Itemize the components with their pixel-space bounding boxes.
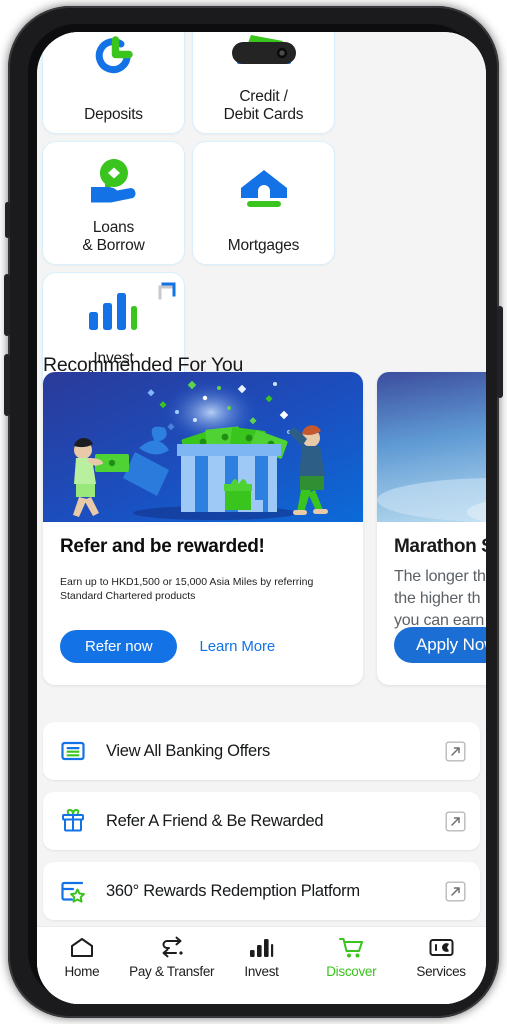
transfer-icon — [158, 936, 186, 959]
tile-label: Loans & Borrow — [82, 218, 145, 254]
phone-screen: Deposits Credit / Debit Cards Loans & Bo… — [37, 32, 486, 1004]
refer-now-button[interactable]: Refer now — [60, 630, 178, 663]
promo-body: Marathon S The longer th the higher th y… — [377, 522, 486, 685]
nav-label: Pay & Transfer — [129, 964, 215, 979]
tile-label: Credit / Debit Cards — [223, 87, 304, 123]
promo-actions: Apply Now — [394, 627, 486, 663]
phone-frame: Deposits Credit / Debit Cards Loans & Bo… — [4, 6, 503, 1018]
gift-box-icon — [60, 808, 86, 834]
deposits-clock-icon — [43, 32, 184, 106]
quick-actions-grid: Deposits Credit / Debit Cards Loans & Bo… — [37, 32, 486, 396]
list-item-view-all-banking-offers[interactable]: View All Banking Offers — [43, 722, 480, 780]
services-icon — [428, 936, 455, 959]
list-item-360-rewards[interactable]: 360° Rewards Redemption Platform — [43, 862, 480, 920]
nav-item-pay-transfer[interactable]: Pay & Transfer — [127, 936, 217, 979]
list-item-label: 360° Rewards Redemption Platform — [106, 881, 360, 900]
tile-mortgages[interactable]: Mortgages — [192, 141, 335, 265]
wallet-card-icon — [193, 32, 334, 88]
offer-links-list: View All Banking Offers Refer A Friend &… — [37, 722, 486, 920]
promo-actions: Refer now Learn More — [60, 630, 275, 663]
promo-body: Refer and be rewarded! Earn up to HKD1,5… — [43, 522, 363, 685]
apply-now-button[interactable]: Apply Now — [394, 627, 486, 663]
rewards-star-icon — [60, 878, 86, 904]
power-button[interactable] — [497, 306, 503, 398]
tile-label: Deposits — [84, 105, 143, 123]
sky-photo — [377, 372, 486, 522]
mute-switch[interactable] — [5, 202, 10, 238]
promo-card-refer[interactable]: Refer and be rewarded! Earn up to HKD1,5… — [43, 372, 363, 685]
external-link-icon — [156, 281, 176, 301]
volume-up-button[interactable] — [4, 274, 10, 336]
chart-icon — [248, 936, 274, 959]
nav-item-discover[interactable]: Discover — [306, 936, 396, 979]
list-item-label: Refer A Friend & Be Rewarded — [106, 811, 324, 830]
recommended-carousel[interactable]: Refer and be rewarded! Earn up to HKD1,5… — [37, 372, 486, 697]
promo-card-marathon[interactable]: Marathon S The longer th the higher th y… — [377, 372, 486, 685]
nav-item-home[interactable]: Home — [37, 936, 127, 979]
house-icon — [193, 142, 334, 237]
home-icon — [69, 936, 95, 959]
promo-description: The longer th the higher th you can earn — [394, 567, 486, 629]
hand-coin-icon — [43, 142, 184, 219]
tile-deposits[interactable]: Deposits — [42, 32, 185, 134]
learn-more-link[interactable]: Learn More — [199, 638, 275, 655]
nav-label: Services — [416, 964, 466, 979]
nav-label: Invest — [244, 964, 279, 979]
list-item-label: View All Banking Offers — [106, 741, 270, 760]
tile-loans-borrow[interactable]: Loans & Borrow — [42, 141, 185, 265]
volume-down-button[interactable] — [4, 354, 10, 416]
list-item-refer-a-friend[interactable]: Refer A Friend & Be Rewarded — [43, 792, 480, 850]
external-link-icon[interactable] — [445, 811, 466, 832]
tile-credit-debit-cards[interactable]: Credit / Debit Cards — [192, 32, 335, 134]
list-card-icon — [60, 738, 86, 764]
nav-label: Home — [64, 964, 100, 979]
nav-item-invest[interactable]: Invest — [217, 936, 307, 979]
external-link-icon[interactable] — [445, 881, 466, 902]
nav-label: Discover — [326, 964, 377, 979]
promo-description: Earn up to HKD1,500 or 15,000 Asia Miles… — [60, 575, 314, 603]
app-scroll-area[interactable]: Deposits Credit / Debit Cards Loans & Bo… — [37, 32, 486, 1004]
external-link-icon[interactable] — [445, 741, 466, 762]
gift-money-illustration — [43, 372, 363, 522]
tile-label: Mortgages — [227, 236, 300, 254]
cart-icon — [338, 936, 365, 959]
promo-title: Refer and be rewarded! — [60, 536, 265, 557]
bottom-navigation-bar: Home Pay & Transfer Invest Discover Serv… — [37, 926, 486, 1004]
nav-item-services[interactable]: Services — [396, 936, 486, 979]
promo-title: Marathon S — [394, 536, 486, 557]
